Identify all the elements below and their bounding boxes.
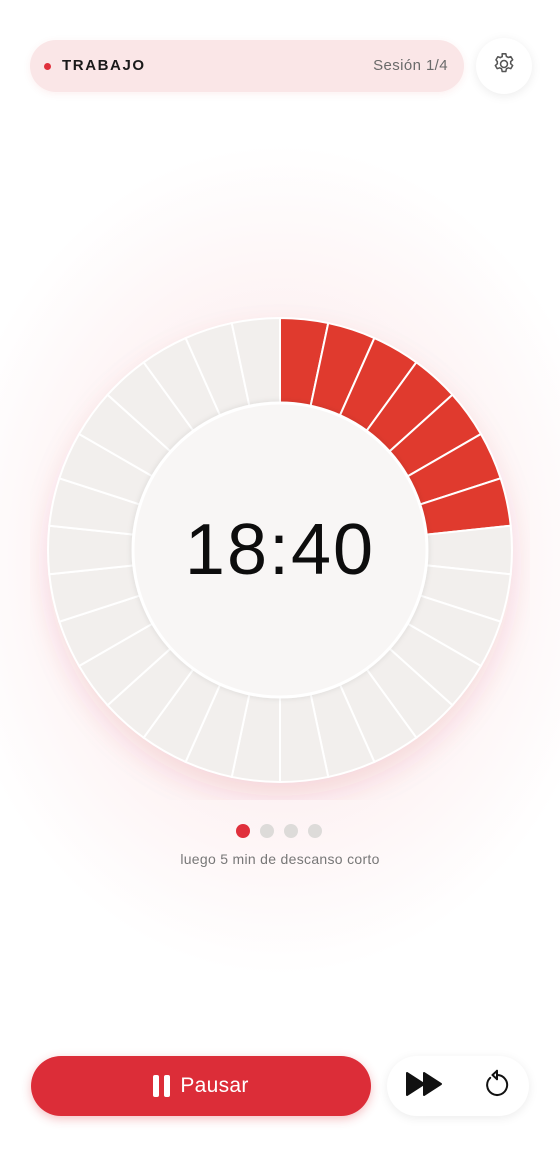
settings-button[interactable] — [476, 38, 532, 94]
gear-icon — [491, 51, 517, 82]
pause-button[interactable]: Pausar — [31, 1056, 371, 1116]
secondary-controls — [387, 1056, 529, 1116]
status-pill: TRABAJO Sesión 1/4 — [30, 40, 464, 92]
time-remaining: 18:40 — [184, 510, 376, 590]
session-dot — [284, 824, 298, 838]
session-progress-dots — [236, 824, 322, 838]
reset-icon — [482, 1069, 512, 1104]
next-break-text: luego 5 min de descanso corto — [180, 851, 380, 867]
reset-button[interactable] — [473, 1066, 521, 1106]
mode-label: TRABAJO — [62, 57, 146, 74]
pause-label: Pausar — [180, 1074, 249, 1097]
mode-indicator-dot — [44, 63, 51, 70]
session-counter: Sesión 1/4 — [373, 57, 448, 74]
session-dot — [308, 824, 322, 838]
fast-forward-icon — [405, 1071, 445, 1102]
session-dot — [260, 824, 274, 838]
pause-icon — [153, 1075, 171, 1097]
skip-button[interactable] — [401, 1066, 449, 1106]
session-dot — [236, 824, 250, 838]
timer-dial: 18:40 — [30, 300, 530, 800]
